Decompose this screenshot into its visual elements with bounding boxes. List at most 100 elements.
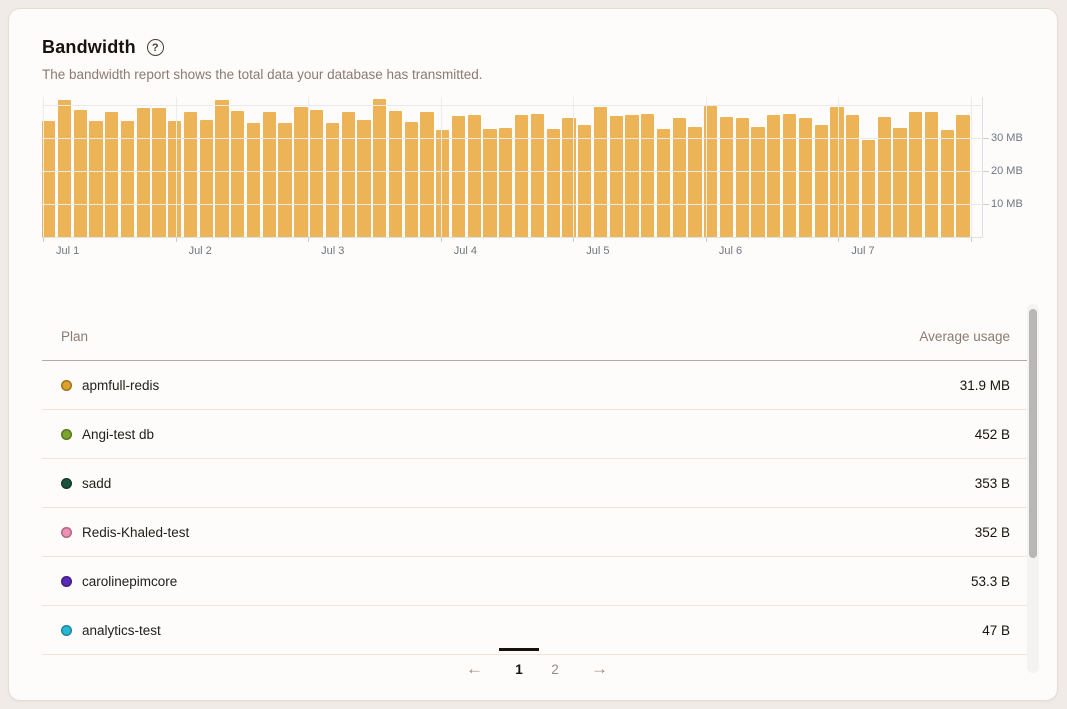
bar[interactable] — [247, 123, 260, 237]
bar[interactable] — [799, 118, 812, 237]
page-button-2[interactable]: 2 — [541, 656, 569, 682]
bar[interactable] — [58, 100, 71, 237]
bar[interactable] — [909, 112, 922, 237]
column-header-plan: Plan — [61, 329, 88, 344]
bar[interactable] — [468, 115, 481, 237]
y-tick-mark — [983, 204, 989, 205]
right-axis-line — [982, 97, 983, 237]
bar[interactable] — [956, 115, 969, 237]
bar[interactable] — [499, 128, 512, 237]
y-gridline — [42, 105, 983, 106]
table-scrollbar-thumb[interactable] — [1029, 309, 1037, 558]
x-gridline — [971, 97, 972, 237]
bar[interactable] — [420, 112, 433, 237]
bar[interactable] — [925, 112, 938, 237]
page-button-1[interactable]: 1 — [505, 656, 533, 682]
bar[interactable] — [673, 118, 686, 237]
bar[interactable] — [878, 117, 891, 237]
bar[interactable] — [74, 110, 87, 237]
bar-series — [42, 97, 970, 237]
plan-name: Angi-test db — [82, 427, 154, 442]
table-body: apmfull-redis31.9 MBAngi-test db452 Bsad… — [42, 361, 1032, 655]
x-axis-line — [42, 237, 983, 238]
bar[interactable] — [815, 125, 828, 237]
bar[interactable] — [767, 115, 780, 237]
panel-subtitle: The bandwidth report shows the total dat… — [42, 67, 483, 82]
bar[interactable] — [610, 116, 623, 237]
x-tick-mark — [971, 237, 972, 242]
average-usage-value: 47 B — [982, 623, 1010, 638]
x-tick-mark — [176, 237, 177, 242]
bar[interactable] — [436, 130, 449, 237]
bar[interactable] — [688, 127, 701, 237]
x-tick-mark — [573, 237, 574, 242]
bar[interactable] — [625, 115, 638, 237]
bar[interactable] — [531, 114, 544, 237]
plan-color-dot-icon — [61, 576, 72, 587]
plan-name: apmfull-redis — [82, 378, 159, 393]
y-axis-tick-label: 10 MB — [991, 198, 1023, 210]
bar[interactable] — [941, 130, 954, 237]
bar[interactable] — [278, 123, 291, 237]
bar[interactable] — [215, 100, 228, 237]
x-axis-tick-label: Jul 1 — [56, 245, 79, 257]
bandwidth-panel: Bandwidth ? The bandwidth report shows t… — [8, 8, 1058, 701]
x-axis-tick-label: Jul 5 — [586, 245, 609, 257]
bar[interactable] — [231, 111, 244, 237]
bar[interactable] — [641, 114, 654, 237]
bar[interactable] — [578, 125, 591, 237]
bar[interactable] — [342, 112, 355, 238]
plan-name: carolinepimcore — [82, 574, 177, 589]
plan-color-dot-icon — [61, 478, 72, 489]
x-axis-tick-label: Jul 4 — [454, 245, 477, 257]
table-row[interactable]: sadd353 B — [42, 459, 1032, 508]
bar[interactable] — [657, 129, 670, 237]
page-numbers: 12 — [505, 656, 569, 682]
bar[interactable] — [326, 123, 339, 237]
plan-color-dot-icon — [61, 380, 72, 391]
bar[interactable] — [515, 115, 528, 237]
help-icon[interactable]: ? — [147, 39, 164, 56]
x-axis-tick-label: Jul 7 — [851, 245, 874, 257]
x-gridline — [43, 97, 44, 237]
bar[interactable] — [862, 140, 875, 237]
previous-page-arrow-icon[interactable]: ← — [458, 657, 491, 681]
y-axis-tick-label: 20 MB — [991, 165, 1023, 177]
bar[interactable] — [547, 129, 560, 237]
column-header-average-usage: Average usage — [919, 329, 1010, 344]
bar[interactable] — [736, 118, 749, 237]
bar[interactable] — [263, 112, 276, 238]
average-usage-value: 353 B — [975, 476, 1010, 491]
table-scrollbar-track[interactable] — [1027, 304, 1039, 673]
bar[interactable] — [152, 108, 165, 237]
bar[interactable] — [405, 122, 418, 237]
x-gridline — [176, 97, 177, 237]
bar[interactable] — [389, 111, 402, 237]
bar[interactable] — [105, 112, 118, 238]
bar[interactable] — [751, 127, 764, 237]
x-gridline — [706, 97, 707, 237]
plans-table: Plan Average usage apmfull-redis31.9 MBA… — [42, 313, 1032, 655]
table-row[interactable]: apmfull-redis31.9 MB — [42, 361, 1032, 410]
x-gridline — [838, 97, 839, 237]
x-axis-tick-label: Jul 3 — [321, 245, 344, 257]
next-page-arrow-icon[interactable]: → — [583, 657, 616, 681]
x-tick-mark — [838, 237, 839, 242]
plan-name: analytics-test — [82, 623, 161, 638]
bar[interactable] — [310, 110, 323, 237]
bar[interactable] — [720, 117, 733, 237]
table-row[interactable]: Angi-test db452 B — [42, 410, 1032, 459]
table-row[interactable]: carolinepimcore53.3 B — [42, 557, 1032, 606]
bar[interactable] — [846, 115, 859, 237]
bar[interactable] — [483, 129, 496, 237]
bar[interactable] — [184, 112, 197, 238]
x-axis-tick-label: Jul 6 — [719, 245, 742, 257]
bar[interactable] — [137, 108, 150, 237]
table-row[interactable]: Redis-Khaled-test352 B — [42, 508, 1032, 557]
bar[interactable] — [452, 116, 465, 237]
bar[interactable] — [783, 114, 796, 237]
bar[interactable] — [373, 99, 386, 237]
x-tick-mark — [441, 237, 442, 242]
bar[interactable] — [893, 128, 906, 237]
y-tick-mark — [983, 138, 989, 139]
